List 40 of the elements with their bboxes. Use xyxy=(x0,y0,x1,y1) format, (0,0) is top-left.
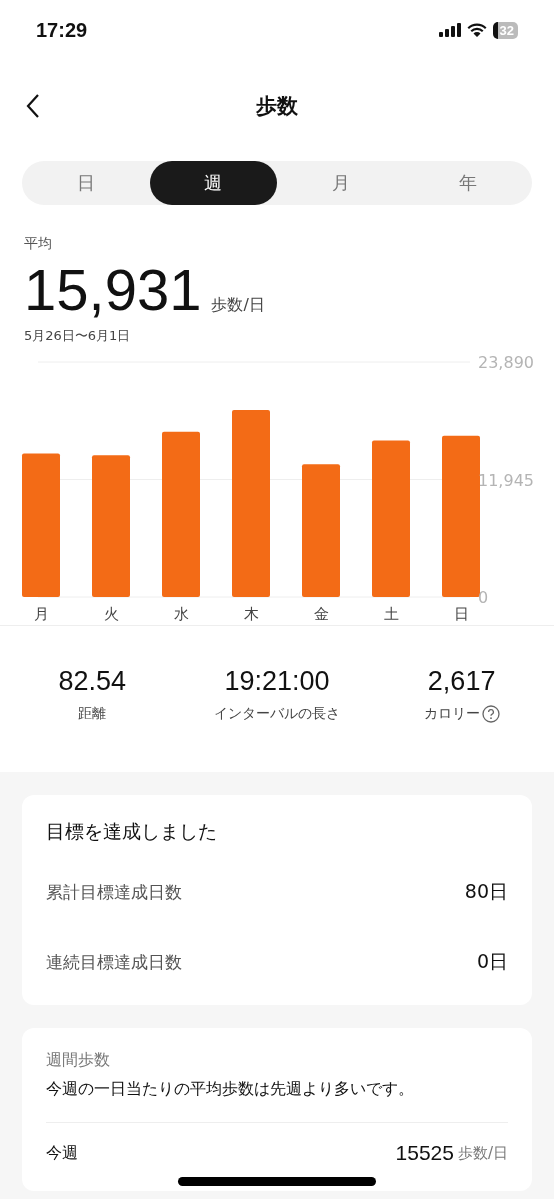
axis-day-label: 月 xyxy=(33,605,49,623)
average-value: 15,931 xyxy=(24,256,202,324)
axis-day-label: 水 xyxy=(173,605,189,623)
axis-day-label: 木 xyxy=(243,605,259,623)
axis-tick-label: 23,890 xyxy=(478,355,534,372)
period-tab[interactable]: 日 xyxy=(22,161,150,205)
average-label: 平均 xyxy=(24,235,53,253)
stat-label: インターバルの長さ xyxy=(214,705,340,723)
average-unit: 歩数/日 xyxy=(211,295,265,316)
week-label: 今週 xyxy=(46,1142,79,1164)
card-title: 目標を達成しました xyxy=(46,819,218,844)
back-icon[interactable] xyxy=(26,93,40,119)
stat-label: 距離 xyxy=(78,705,107,723)
goal-value: 0日 xyxy=(476,949,508,974)
goal-value: 80日 xyxy=(464,879,508,904)
page-title: 歩数 xyxy=(256,93,298,120)
goal-label: 累計目標達成日数 xyxy=(46,880,182,904)
status-time: 17:29 xyxy=(36,18,88,42)
period-tab[interactable]: 週 xyxy=(149,161,277,205)
axis-day-label: 日 xyxy=(453,605,469,623)
axis-day-label: 土 xyxy=(383,605,399,623)
weekly-message: 今週の一日当たりの平均歩数は先週より多いです。 xyxy=(46,1079,415,1100)
period-tab[interactable]: 月 xyxy=(277,161,405,205)
help-icon[interactable] xyxy=(481,705,500,723)
stat-value: 2,617 xyxy=(427,666,496,697)
goal-label: 連続目標達成日数 xyxy=(46,950,182,974)
axis-day-label: 火 xyxy=(103,605,119,623)
date-range: 5月26日〜6月1日 xyxy=(24,327,132,345)
card-title: 週間歩数 xyxy=(46,1050,111,1071)
battery-icon: 32 xyxy=(492,21,518,39)
axis-tick-label: 0 xyxy=(478,588,489,607)
stat-value: 19:21:00 xyxy=(224,666,330,697)
stat-value: 82.54 xyxy=(58,666,127,697)
stat-label: カロリー xyxy=(423,705,480,723)
period-tab[interactable]: 年 xyxy=(404,161,532,205)
week-unit: 歩数/日 xyxy=(457,1143,508,1163)
axis-day-label: 金 xyxy=(313,605,329,623)
signal-icon xyxy=(438,23,461,37)
wifi-icon xyxy=(466,23,487,37)
week-value: 15525 xyxy=(395,1141,454,1165)
